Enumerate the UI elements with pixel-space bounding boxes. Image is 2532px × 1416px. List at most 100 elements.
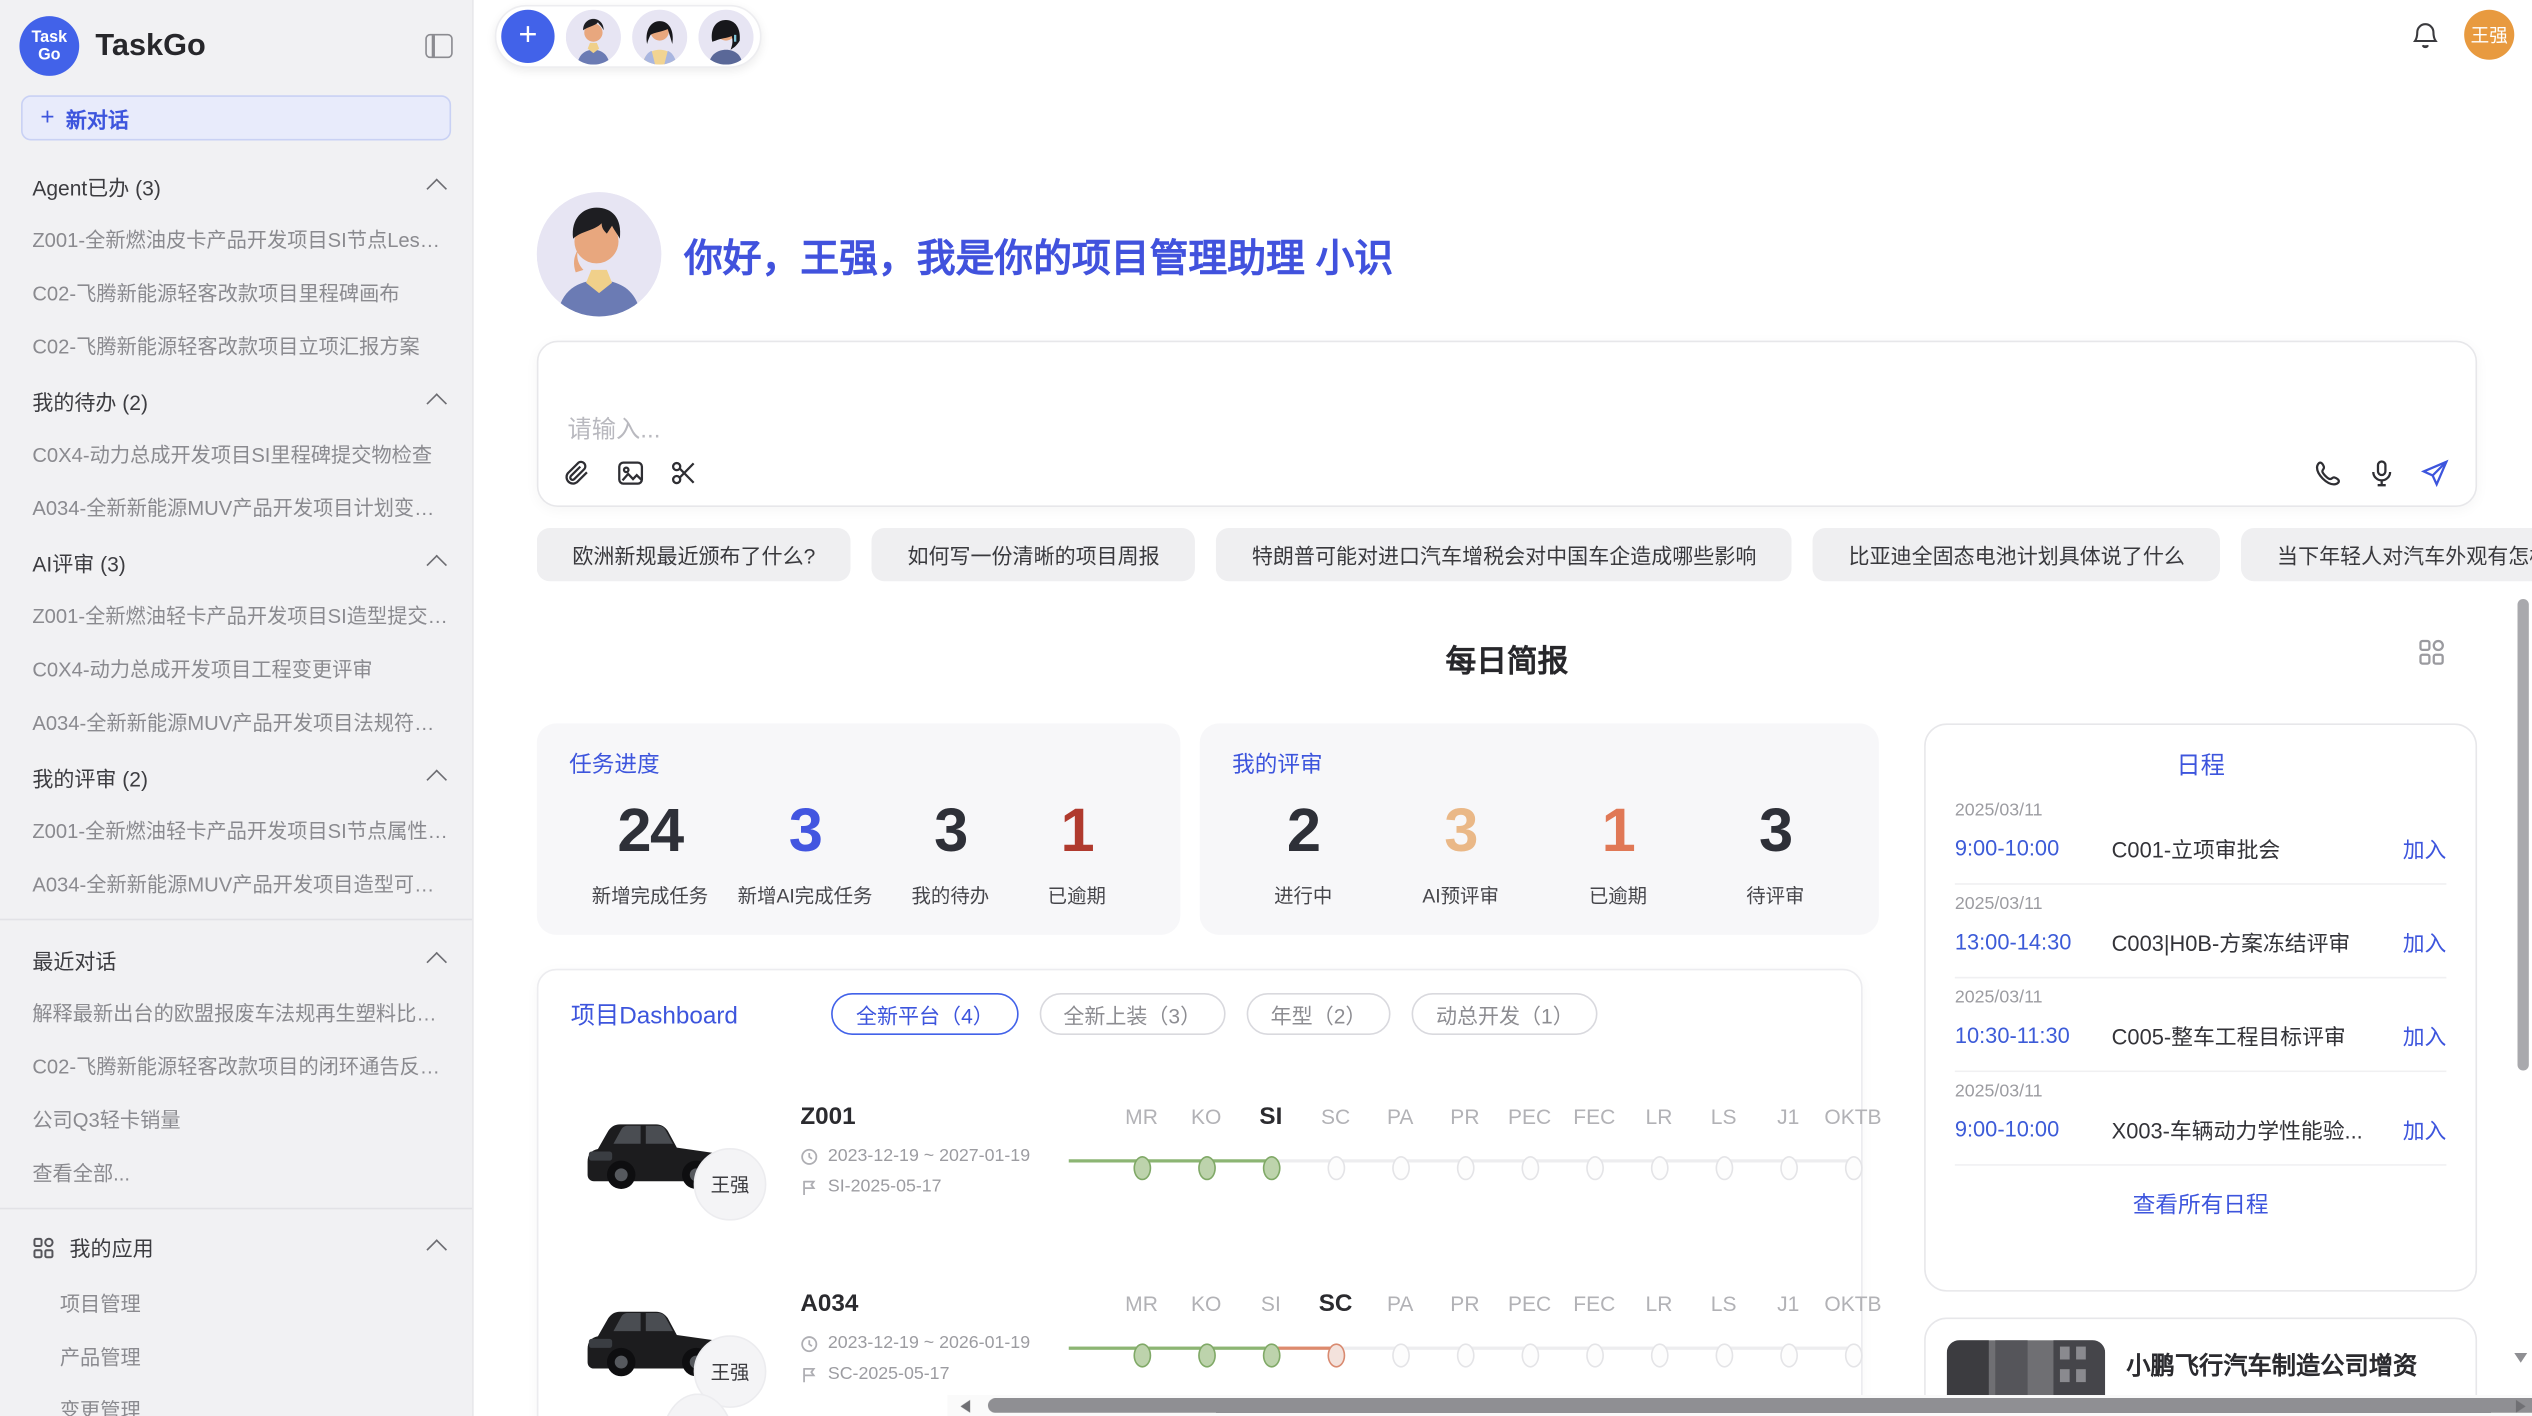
vertical-scrollbar-thumb[interactable]	[2518, 599, 2529, 1070]
sidebar-collapse-icon[interactable]	[425, 34, 452, 58]
scroll-down-arrow[interactable]	[2514, 1353, 2527, 1363]
list-item[interactable]: Z001-全新燃油皮卡产品开发项目SI节点Lesson Learn报告	[0, 212, 472, 265]
card-title: 任务进度	[569, 748, 1148, 780]
milestone-dot	[1650, 1343, 1668, 1367]
milestone-dot	[1133, 1343, 1151, 1367]
scroll-right-arrow[interactable]	[2516, 1400, 2526, 1413]
milestone-dot	[1715, 1156, 1733, 1180]
list-item[interactable]: C02-飞腾新能源轻客改款项目立项汇报方案	[0, 318, 472, 371]
notification-bell-icon[interactable]	[2412, 20, 2438, 49]
microphone-icon[interactable]	[2367, 459, 2396, 488]
list-item[interactable]: A034-全新新能源MUV产品开发项目法规符合性评审	[0, 694, 472, 747]
section-agent-done[interactable]: Agent已办 (3)	[0, 157, 472, 212]
milestone: PA	[1368, 1103, 1433, 1181]
new-chat-label: 新对话	[66, 103, 129, 134]
assistant-avatar	[537, 192, 662, 316]
schedule-card: 日程 2025/03/11 9:00-10:00C001-立项审批会加入 202…	[1924, 723, 2477, 1291]
plus-icon: +	[40, 103, 54, 130]
milestone-dot	[1650, 1156, 1668, 1180]
join-button[interactable]: 加入	[2403, 832, 2447, 864]
list-item[interactable]: 公司Q3轻卡销量	[0, 1091, 472, 1144]
image-upload-icon[interactable]	[616, 459, 645, 488]
avatar[interactable]	[632, 9, 687, 64]
milestone: J1	[1756, 1103, 1821, 1181]
owner-avatar: 王强	[694, 1148, 767, 1221]
suggestion-chips: 欧洲新规最近颁布了什么? 如何写一份清晰的项目周报 特朗普可能对进口汽车增税会对…	[537, 528, 2477, 581]
input-tools-left	[563, 459, 699, 488]
attachment-icon[interactable]	[563, 459, 592, 488]
list-item[interactable]: C02-飞腾新能源轻客改款项目里程碑画布	[0, 265, 472, 318]
chat-input-placeholder[interactable]: 请输入...	[568, 412, 661, 446]
view-all-chats[interactable]: 查看全部...	[0, 1145, 472, 1198]
milestone: LR	[1627, 1290, 1692, 1368]
stat: 1已逾期	[1569, 794, 1666, 909]
avatar[interactable]	[566, 9, 621, 64]
list-item[interactable]: Z001-全新燃油轻卡产品开发项目SI造型提交物评审	[0, 588, 472, 641]
tab-new-platform[interactable]: 全新平台（4）	[832, 993, 1018, 1035]
divider	[1955, 1164, 2447, 1166]
sidebar-item-project-mgmt[interactable]: 项目管理	[0, 1276, 472, 1329]
schedule-event: 2025/03/11 9:00-10:00C001-立项审批会加入	[1955, 801, 2447, 885]
milestone-dot	[1391, 1156, 1409, 1180]
stat: 3AI预评审	[1412, 794, 1509, 909]
stat: 3新增AI完成任务	[738, 794, 873, 909]
suggestion-chip[interactable]: 比亚迪全固态电池计划具体说了什么	[1813, 528, 2220, 581]
apps-grid-icon	[32, 1236, 55, 1259]
avatar[interactable]	[699, 9, 754, 64]
sidebar-item-change-mgmt[interactable]: 变更管理	[0, 1382, 472, 1416]
list-item[interactable]: A034-全新新能源MUV产品开发项目造型可行性评审	[0, 856, 472, 909]
horizontal-scrollbar-thumb[interactable]	[988, 1398, 2532, 1413]
project-row[interactable]: 王强 Z001 2023-12-19 ~ 2027-01-19 SI-2025-…	[571, 1077, 1829, 1235]
clock-icon	[800, 1147, 818, 1165]
suggestion-chip[interactable]: 特朗普可能对进口汽车增税会对中国车企造成哪些影响	[1216, 528, 1792, 581]
milestone-current: SI	[1239, 1103, 1304, 1181]
milestone: KO	[1174, 1103, 1239, 1181]
scissors-icon[interactable]	[669, 459, 698, 488]
stat-row: 2进行中 3AI预评审 1已逾期 3待评审	[1232, 794, 1846, 909]
list-item[interactable]: Z001-全新燃油轻卡产品开发项目SI节点属性5D文件评审	[0, 802, 472, 855]
sidebar-item-product-mgmt[interactable]: 产品管理	[0, 1329, 472, 1382]
tab-new-body[interactable]: 全新上装（3）	[1039, 993, 1225, 1035]
suggestion-chip[interactable]: 欧洲新规最近颁布了什么?	[537, 528, 851, 581]
horizontal-scrollbar[interactable]	[948, 1395, 2532, 1416]
project-row[interactable]: 王强 A034 2023-12-19 ~ 2026-01-19 SC-2025-…	[571, 1264, 1829, 1416]
list-item[interactable]: C0X4-动力总成开发项目SI里程碑提交物检查	[0, 426, 472, 479]
list-item[interactable]: A034-全新新能源MUV产品开发项目计划变更表编写	[0, 480, 472, 533]
event-time: 13:00-14:30	[1955, 929, 2112, 953]
join-button[interactable]: 加入	[2403, 1019, 2447, 1051]
project-code: Z001	[800, 1103, 855, 1130]
dashboard-title: 项目Dashboard	[571, 997, 738, 1031]
list-item[interactable]: 解释最新出台的欧盟报废车法规再生塑料比例被调至15%...	[0, 985, 472, 1038]
schedule-event: 2025/03/11 10:30-11:30C005-整车工程目标评审加入	[1955, 988, 2447, 1072]
scroll-left-arrow[interactable]	[960, 1400, 970, 1413]
section-recent-chats[interactable]: 最近对话	[0, 930, 472, 985]
list-item[interactable]: C02-飞腾新能源轻客改款项目的闭环通告反馈情况	[0, 1038, 472, 1091]
suggestion-chip[interactable]: 当下年轻人对汽车外观有怎样的喜好趋势	[2241, 528, 2532, 581]
project-dashboard-card: 项目Dashboard 全新平台（4） 全新上装（3） 年型（2） 动总开发（1…	[537, 969, 1863, 1416]
new-chat-button[interactable]: + 新对话	[21, 95, 451, 140]
card-title: 我的评审	[1232, 748, 1846, 780]
milestone-dot	[1456, 1343, 1474, 1367]
section-my-review[interactable]: 我的评审 (2)	[0, 748, 472, 803]
join-button[interactable]: 加入	[2403, 1112, 2447, 1144]
event-time: 9:00-10:00	[1955, 836, 2112, 860]
add-session-button[interactable]: +	[501, 10, 554, 63]
event-name: X003-车辆动力学性能验...	[2112, 1112, 2403, 1144]
section-ai-review[interactable]: AI评审 (3)	[0, 533, 472, 588]
milestone-dot	[1585, 1343, 1603, 1367]
tab-powertrain[interactable]: 动总开发（1）	[1412, 993, 1598, 1035]
user-avatar[interactable]: 王强	[2464, 10, 2514, 60]
join-button[interactable]: 加入	[2403, 925, 2447, 957]
view-all-schedule-link[interactable]: 查看所有日程	[1955, 1188, 2447, 1220]
suggestion-chip[interactable]: 如何写一份清晰的项目周报	[872, 528, 1195, 581]
tab-year-model[interactable]: 年型（2）	[1246, 993, 1390, 1035]
milestone-dot	[1521, 1343, 1539, 1367]
phone-call-icon[interactable]	[2314, 459, 2343, 488]
section-my-todo[interactable]: 我的待办 (2)	[0, 371, 472, 426]
section-my-apps[interactable]: 我的应用	[0, 1219, 472, 1276]
send-icon[interactable]	[2420, 459, 2449, 488]
divider	[1955, 1070, 2447, 1072]
list-item[interactable]: C0X4-动力总成开发项目工程变更评审	[0, 641, 472, 694]
chat-input-card[interactable]: 请输入...	[537, 341, 2477, 507]
layout-grid-icon[interactable]	[2417, 638, 2446, 667]
